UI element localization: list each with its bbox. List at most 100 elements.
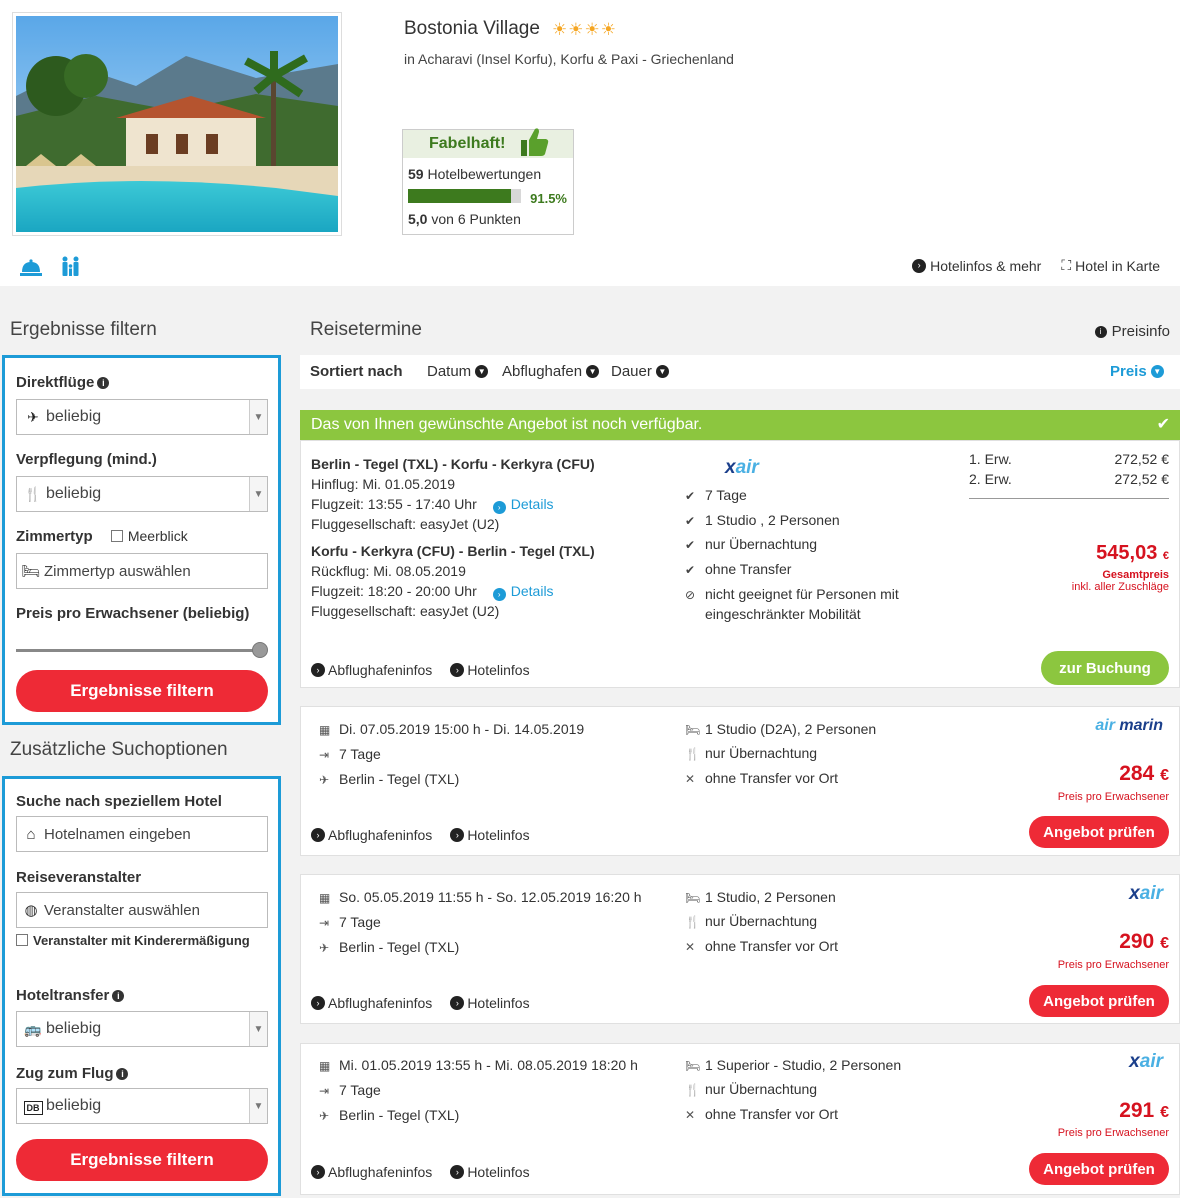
preis-label: Preis pro Erwachsener (beliebig) <box>16 605 250 622</box>
offer-footer-links: › Abflughafeninfos › Hotelinfos <box>311 1164 530 1180</box>
chevron-down-icon: ▼ <box>249 1089 267 1123</box>
price-slider[interactable] <box>16 642 268 658</box>
feature-duration: ✔ 7 Tage <box>685 487 747 503</box>
offer-board: 🍴 nur Übernachtung <box>685 745 818 761</box>
airline-logo: xair <box>1129 1051 1163 1072</box>
sort-label: Sortiert nach <box>310 363 403 380</box>
return-date: Rückflug: Mi. 08.05.2019 <box>311 563 466 579</box>
offer-price-label: Preis pro Erwachsener <box>1057 1127 1169 1139</box>
return-icon: ⇥ <box>319 1084 330 1098</box>
no-wheelchair-icon: ⊘ <box>685 588 696 602</box>
offer-airport: ✈ Berlin - Tegel (TXL) <box>319 1107 460 1123</box>
thumbs-up-icon <box>521 128 549 156</box>
hotel-photo[interactable] <box>12 12 342 236</box>
abflughafeninfos-link[interactable]: › Abflughafeninfos <box>311 995 432 1011</box>
check-icon: ✔ <box>1156 416 1170 433</box>
abflughafeninfos-link[interactable]: › Abflughafeninfos <box>311 1164 432 1180</box>
veranstalter-input[interactable]: ◍ Veranstalter auswählen <box>16 892 268 928</box>
hotelinfos-link[interactable]: › Hotelinfos <box>450 827 530 843</box>
room-service-icon <box>20 259 42 276</box>
hotelinfos-link[interactable]: › Hotelinfos <box>450 1164 530 1180</box>
offer-transfer: ✕ ohne Transfer vor Ort <box>685 770 839 786</box>
check-offer-button[interactable]: Angebot prüfen <box>1029 985 1169 1017</box>
preisinfo-link[interactable]: i Preisinfo <box>1094 323 1170 340</box>
info-icon[interactable]: i <box>112 990 125 1002</box>
direktfluege-select[interactable]: ✈ beliebig ▼ <box>16 399 268 435</box>
outbound-date: Hinflug: Mi. 01.05.2019 <box>311 476 455 492</box>
return-details-link[interactable]: › Details <box>492 583 554 601</box>
price-p2-label: 2. Erw. <box>969 471 1012 487</box>
return-icon: ⇥ <box>319 916 330 930</box>
check-offer-button[interactable]: Angebot prüfen <box>1029 816 1169 848</box>
calendar-icon: ▦ <box>319 723 331 737</box>
kinder-checkbox[interactable]: Veranstalter mit Kinderermäßigung <box>16 933 250 948</box>
verpflegung-label: Verpflegung (mind.) <box>16 451 157 468</box>
offer-card: ▦ Mi. 01.05.2019 13:55 h - Mi. 08.05.2019… <box>300 1043 1180 1195</box>
zimmertyp-input[interactable]: 🛏 Zimmertyp auswählen <box>16 553 268 589</box>
hotel-search-input[interactable]: ⌂ Hotelnamen eingeben <box>16 816 268 852</box>
bed-icon: 🛏 <box>685 723 701 737</box>
offer-price: 284 € <box>1119 762 1169 785</box>
no-transfer-icon: ✕ <box>685 940 696 954</box>
info-icon[interactable]: i <box>97 377 110 389</box>
sort-dauer[interactable]: Dauer ▼ <box>611 363 669 380</box>
zug-select[interactable]: DB beliebig ▼ <box>16 1088 268 1124</box>
hotel-map-link[interactable]: ⛶ Hotel in Karte <box>1061 257 1160 274</box>
chevron-right-icon: › <box>311 663 325 677</box>
info-icon[interactable]: i <box>116 1068 129 1080</box>
rating-percent: 91.5% <box>530 191 567 206</box>
price-p2-value: 272,52 € <box>1114 471 1170 487</box>
checkbox[interactable] <box>110 530 123 542</box>
no-transfer-icon: ✕ <box>685 1108 696 1122</box>
chevron-right-icon: › <box>311 828 325 842</box>
availability-banner: Das von Ihnen gewünschte Angebot ist noc… <box>300 410 1180 440</box>
return-airline: Fluggesellschaft: easyJet (U2) <box>311 603 500 619</box>
bus-icon: 🚌 <box>24 1020 42 1037</box>
transfer-select[interactable]: 🚌 beliebig ▼ <box>16 1011 268 1047</box>
featured-footer-links: › Abflughafeninfos › Hotelinfos <box>311 662 530 678</box>
offer-footer-links: › Abflughafeninfos › Hotelinfos <box>311 995 530 1011</box>
cutlery-icon: 🍴 <box>24 485 42 502</box>
meerblick-checkbox[interactable]: Meerblick <box>110 528 188 544</box>
slider-handle[interactable] <box>252 642 268 658</box>
book-button[interactable]: zur Buchung <box>1041 651 1169 685</box>
offer-board: 🍴 nur Übernachtung <box>685 913 818 929</box>
sort-datum[interactable]: Datum ▼ <box>427 363 489 380</box>
hotelinfos-link[interactable]: › Hotelinfos <box>450 995 530 1011</box>
airline-logo: xair <box>725 457 759 478</box>
chevron-right-icon: › <box>311 1165 325 1179</box>
check-icon: ✔ <box>685 489 696 503</box>
hotel-search-label: Suche nach speziellem Hotel <box>16 793 222 810</box>
chevron-right-icon: › <box>492 501 506 514</box>
check-icon: ✔ <box>685 563 696 577</box>
feature-mobility: ⊘ nicht geeignet für Personen mit <box>685 586 899 602</box>
extra-submit-button[interactable]: Ergebnisse filtern <box>16 1139 268 1181</box>
feature-room: ✔ 1 Studio , 2 Personen <box>685 512 840 528</box>
airplane-icon: ✈ <box>27 408 39 425</box>
offer-dates: ▦ Di. 07.05.2019 15:00 h - Di. 14.05.2019 <box>319 721 585 737</box>
family-icon <box>62 256 79 276</box>
filter-submit-button[interactable]: Ergebnisse filtern <box>16 670 268 712</box>
chevron-right-icon: › <box>450 996 465 1010</box>
results-title: Reisetermine <box>310 319 422 340</box>
sort-preis[interactable]: Preis ▼ <box>1110 363 1164 380</box>
offer-card: ▦ Di. 07.05.2019 15:00 h - Di. 14.05.2019… <box>300 706 1180 856</box>
outbound-details-link[interactable]: › Details <box>492 496 554 514</box>
sort-abflughafen[interactable]: Abflughafen ▼ <box>502 363 600 380</box>
hotelinfos-link[interactable]: › Hotelinfos & mehr <box>912 257 1041 274</box>
abflughafeninfos-link[interactable]: › Abflughafeninfos <box>311 662 432 678</box>
offer-price: 290 € <box>1119 930 1169 953</box>
no-transfer-icon: ✕ <box>685 772 696 786</box>
airplane-icon: ✈ <box>319 773 330 787</box>
calendar-icon: ▦ <box>319 1059 331 1073</box>
hotelinfos-link[interactable]: › Hotelinfos <box>450 662 530 678</box>
direktfluege-label: Direktflüge i <box>16 374 110 391</box>
rating-box[interactable]: Fabelhaft! 59 Hotelbewertungen 91.5% 5,0… <box>402 128 574 235</box>
verpflegung-select[interactable]: 🍴 beliebig ▼ <box>16 476 268 512</box>
offer-price-label: Preis pro Erwachsener <box>1057 959 1169 971</box>
abflughafeninfos-link[interactable]: › Abflughafeninfos <box>311 827 432 843</box>
checkbox[interactable] <box>16 934 28 946</box>
airplane-icon: ✈ <box>319 1109 330 1123</box>
check-offer-button[interactable]: Angebot prüfen <box>1029 1153 1169 1185</box>
chevron-down-icon: ▼ <box>1150 365 1164 378</box>
